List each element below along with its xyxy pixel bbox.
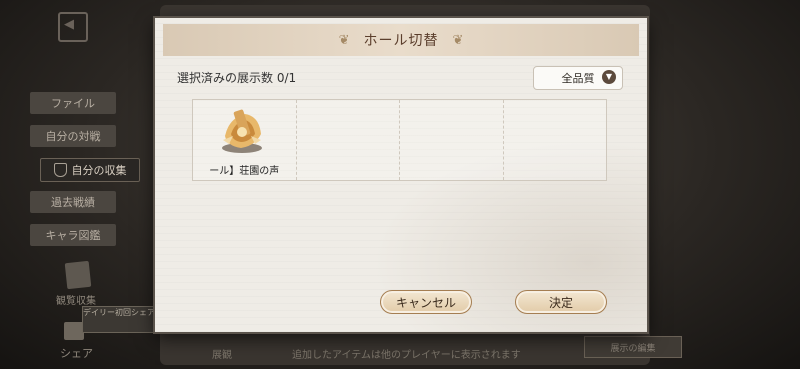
sidebar-item-character-guide[interactable]: キャラ図鑑 [30, 224, 116, 246]
exhibit-slot[interactable] [400, 100, 504, 180]
daily-share-badge: デイリー初回シェア [82, 306, 156, 333]
manor-voice-item-icon [222, 109, 262, 153]
exhibit-slot[interactable] [296, 100, 400, 180]
quality-filter-dropdown[interactable]: 全品質 ▼ [533, 66, 623, 90]
share-label: シェア [60, 347, 93, 360]
sidebar-item-label: ファイル [51, 97, 95, 110]
sidebar-item-file[interactable]: ファイル [30, 92, 116, 114]
selected-count: 選択済みの展示数 0/1 [177, 71, 297, 85]
back-icon[interactable] [58, 12, 88, 42]
hall-switch-dialog: ❦ ホール切替 ❦ 選択済みの展示数 0/1 全品質 ▼ ール】荘園の声 キャン… [155, 18, 647, 332]
exhibit-label: 展観 [212, 350, 232, 361]
chevron-down-icon: ▼ [602, 70, 616, 84]
quality-filter-value: 全品質 [561, 72, 595, 85]
leaf-ornament-icon: ❦ [338, 32, 350, 48]
exhibit-slot[interactable] [503, 100, 606, 180]
sidebar-item-my-collection[interactable]: 自分の収集 [40, 158, 140, 182]
album-icon[interactable] [64, 260, 92, 290]
leaf-ornament-icon: ❦ [452, 32, 464, 48]
exhibit-hint: 追加したアイテムは他のプレイヤーに表示されます [292, 350, 521, 361]
dialog-title: ホール切替 [363, 33, 439, 49]
sidebar-item-label: 過去戦績 [51, 196, 95, 209]
exhibit-slot[interactable]: ール】荘園の声 [193, 100, 297, 180]
sidebar-item-label: 自分の対戦 [45, 130, 101, 143]
confirm-button[interactable]: 決定 [515, 290, 607, 314]
sidebar-item-past-records[interactable]: 過去戦績 [30, 191, 116, 213]
cancel-button[interactable]: キャンセル [380, 290, 472, 314]
exhibit-grid: ール】荘園の声 [192, 99, 607, 181]
sidebar-item-label: 自分の収集 [71, 164, 127, 177]
edit-exhibit-button[interactable]: 展示の編集 [584, 336, 682, 358]
sidebar-item-my-matches[interactable]: 自分の対戦 [30, 125, 116, 147]
exhibit-slot-label: ール】荘園の声 [209, 166, 280, 177]
album-label: 観覧収集 [56, 296, 96, 307]
share-icon[interactable] [64, 322, 84, 340]
sidebar-item-label: キャラ図鑑 [45, 229, 101, 242]
dialog-header: ❦ ホール切替 ❦ [163, 24, 639, 56]
shield-icon [53, 163, 67, 177]
